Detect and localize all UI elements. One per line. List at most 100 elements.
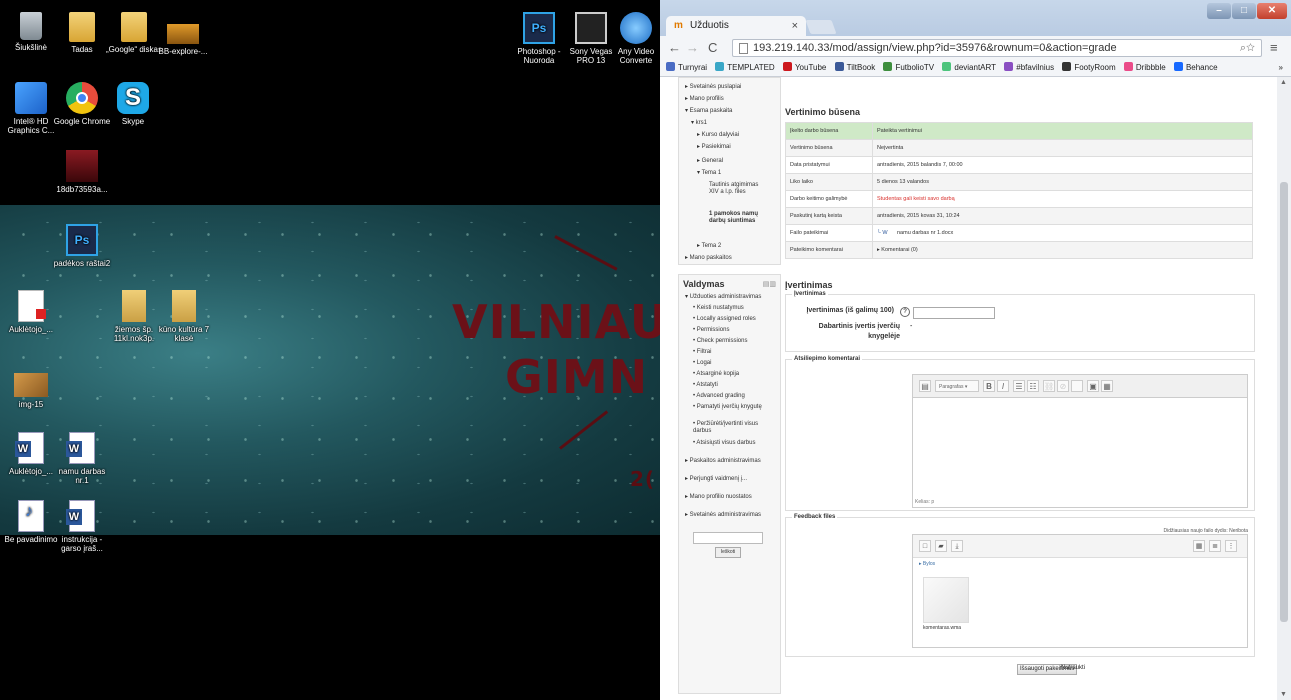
admin-item[interactable]: • Filtrai — [693, 349, 711, 356]
new-tab-button[interactable] — [805, 20, 837, 34]
feedback-editor[interactable]: ▤ Paragrafas ▾ B I ☰ ☷ ⛓ ⊘ ▣ ▦ Kelias: p — [912, 374, 1248, 508]
grid-view-icon[interactable]: ▦ — [1193, 540, 1205, 552]
tab-uzduotis[interactable]: m Užduotis × — [666, 16, 806, 36]
toolbar-toggle-icon[interactable]: ▤ — [919, 380, 931, 392]
close-window-button[interactable]: ✕ — [1257, 3, 1287, 19]
desktop-icon-padekos[interactable]: Ps padėkos raštai2 — [51, 224, 113, 268]
list-view-icon[interactable]: ≣ — [1209, 540, 1221, 552]
media-icon[interactable]: ▦ — [1101, 380, 1113, 392]
admin-item[interactable]: ▸ Mano profilio nuostatos — [685, 494, 752, 501]
admin-item[interactable]: • Keisti nustatymus — [693, 305, 744, 312]
submitted-file-link[interactable]: namu darbas nr 1.docx — [897, 230, 953, 236]
admin-item[interactable]: ▸ Svetainės administravimas — [685, 512, 761, 519]
bullet-list-icon[interactable]: ☰ — [1013, 380, 1025, 392]
help-icon[interactable]: ? — [900, 307, 910, 317]
nav-item[interactable]: Tautinis atgimimas XIV a l.p. files — [709, 182, 767, 196]
admin-item[interactable]: • Peržiūrėti/įvertinti visus darbus — [693, 421, 777, 435]
zoom-star-icon[interactable]: ⌕☆ — [1240, 40, 1255, 56]
desktop-icon-bb-explore[interactable]: BB-explore-... — [152, 12, 214, 56]
vertical-scrollbar[interactable]: ▲ ▼ — [1277, 77, 1291, 700]
admin-item[interactable]: ▸ Paskaitos administravimas — [685, 458, 761, 465]
forward-arrow-icon[interactable]: → — [686, 40, 699, 55]
nav-item[interactable]: ▸ Mano paskaitos — [685, 255, 732, 262]
admin-item[interactable]: • Locally assigned roles — [693, 316, 756, 323]
admin-block-title: Valdymas — [683, 279, 725, 289]
desktop-icon-word-namu[interactable]: namu darbas nr.1 — [51, 432, 113, 485]
admin-search-button[interactable]: Ieškoti — [715, 547, 741, 558]
nav-item-current[interactable]: 1 pamokos namų darbų siuntimas — [709, 211, 763, 225]
nav-item[interactable]: ▸ General — [697, 158, 723, 165]
paragraph-format-select[interactable]: Paragrafas ▾ — [935, 380, 979, 392]
feedback-files-fieldset: Feedback files Didžiausias naujo failo d… — [785, 514, 1255, 657]
bookmark-behance[interactable]: Behance — [1173, 60, 1218, 76]
chrome-menu-icon[interactable]: ≡ — [1270, 40, 1278, 55]
desktop-icon-img15[interactable]: img-15 — [0, 365, 62, 409]
numbered-list-icon[interactable]: ☷ — [1027, 380, 1039, 392]
bookmark-dribbble[interactable]: Dribbble — [1123, 60, 1166, 76]
admin-item[interactable]: • Atsisiųsti visus darbus — [693, 440, 755, 447]
bold-icon[interactable]: B — [983, 380, 995, 392]
audio-file-icon[interactable] — [923, 577, 969, 623]
nav-item[interactable]: ▸ Kurso dalyviai — [697, 132, 739, 139]
reload-icon[interactable]: C — [708, 40, 717, 55]
italic-icon[interactable]: I — [997, 380, 1009, 392]
add-file-icon[interactable]: □ — [919, 540, 931, 552]
nav-item[interactable]: ▸ Svetainės puslapiai — [685, 84, 741, 91]
create-folder-icon[interactable]: ▰ — [935, 540, 947, 552]
admin-item[interactable]: ▸ Perjungti vaidmenį į... — [685, 476, 747, 483]
tree-view-icon[interactable]: ⋮ — [1225, 540, 1237, 552]
desktop-icon-instrukcija[interactable]: instrukcija - garso įraš... — [51, 500, 113, 553]
block-dock-icon[interactable]: ▤▥ — [763, 280, 776, 288]
scroll-down-icon[interactable]: ▼ — [1280, 691, 1287, 698]
desktop-icon-folder-kuno[interactable]: kūno kultūra 7 klasė — [153, 290, 215, 343]
address-bar[interactable]: 193.219.140.33/mod/assign/view.php?id=35… — [732, 39, 1262, 57]
grade-input[interactable] — [913, 307, 995, 319]
bookmarks-overflow-button[interactable]: » — [1279, 60, 1283, 76]
editor-path: Kelias: p — [915, 499, 935, 505]
nav-item[interactable]: ▾ krs1 — [691, 120, 707, 127]
comments-toggle[interactable]: ▸ Komentarai (0) — [872, 241, 1253, 259]
wallpaper-text-2: GIMN — [505, 350, 649, 404]
back-arrow-icon[interactable]: ← — [668, 40, 681, 55]
bookmark-turnyrai[interactable]: Turnyrai — [666, 60, 707, 76]
admin-item[interactable]: • Permissions — [693, 327, 729, 334]
admin-item[interactable]: • Pamatyti įverčių knygutę — [693, 404, 773, 411]
bookmark-deviantart[interactable]: deviantART — [942, 60, 996, 76]
admin-item[interactable]: • Logai — [693, 360, 711, 367]
desktop-icon-skype[interactable]: S Skype — [102, 82, 164, 126]
nav-item[interactable]: ▾ Tema 1 — [697, 170, 721, 177]
admin-item[interactable]: • Check permissions — [693, 338, 747, 345]
download-icon[interactable]: ⤓ — [951, 540, 963, 552]
maximize-button[interactable]: □ — [1232, 3, 1256, 19]
minimize-button[interactable]: – — [1207, 3, 1231, 19]
bookmark-templated[interactable]: TEMPLATED — [715, 60, 775, 76]
scrollbar-thumb[interactable] — [1280, 182, 1288, 622]
folder-path[interactable]: ▸ Bylos — [919, 561, 935, 567]
admin-item[interactable]: • Atstatyti — [693, 382, 718, 389]
feedback-file-name[interactable]: komentaras.wma — [923, 625, 961, 631]
bookmark-youtube[interactable]: YouTube — [782, 60, 826, 76]
current-grade-value: - — [910, 323, 913, 330]
tab-close-icon[interactable]: × — [792, 16, 798, 36]
desktop-icon-pdf[interactable]: Auklėtojo_... — [0, 290, 62, 334]
cancel-button[interactable]: Nutraukti — [1061, 664, 1085, 673]
wallpaper-text-3: 2( — [630, 467, 656, 491]
admin-search-input[interactable] — [693, 532, 763, 544]
nav-item[interactable]: ▾ Esama paskaita — [685, 108, 732, 115]
nav-item[interactable]: ▸ Pasiekimai — [697, 144, 731, 151]
admin-item[interactable]: • Advanced grading — [693, 393, 745, 400]
unlink-icon[interactable]: ⊘ — [1057, 380, 1069, 392]
desktop-icon-any-video[interactable]: Any Video Converte — [612, 12, 660, 65]
nav-item[interactable]: ▸ Mano profilis — [685, 96, 724, 103]
desktop-icon-image[interactable]: 18db73593a... — [51, 150, 113, 194]
link-icon[interactable]: ⛓ — [1043, 380, 1055, 392]
image-icon[interactable]: ▣ — [1087, 380, 1099, 392]
bookmark-tiltbook[interactable]: TiltBook — [834, 60, 875, 76]
admin-item[interactable]: ▾ Užduoties administravimas — [685, 294, 761, 301]
bookmark-footyroom[interactable]: FootyRoom — [1062, 60, 1116, 76]
bookmark-futboliotv[interactable]: FutbolioTV — [883, 60, 934, 76]
bookmark-bfavilnius[interactable]: #bfavilnius — [1004, 60, 1054, 76]
admin-item[interactable]: • Atsarginė kopija — [693, 371, 739, 378]
scroll-up-icon[interactable]: ▲ — [1280, 79, 1287, 86]
nav-item[interactable]: ▸ Tema 2 — [697, 243, 721, 250]
